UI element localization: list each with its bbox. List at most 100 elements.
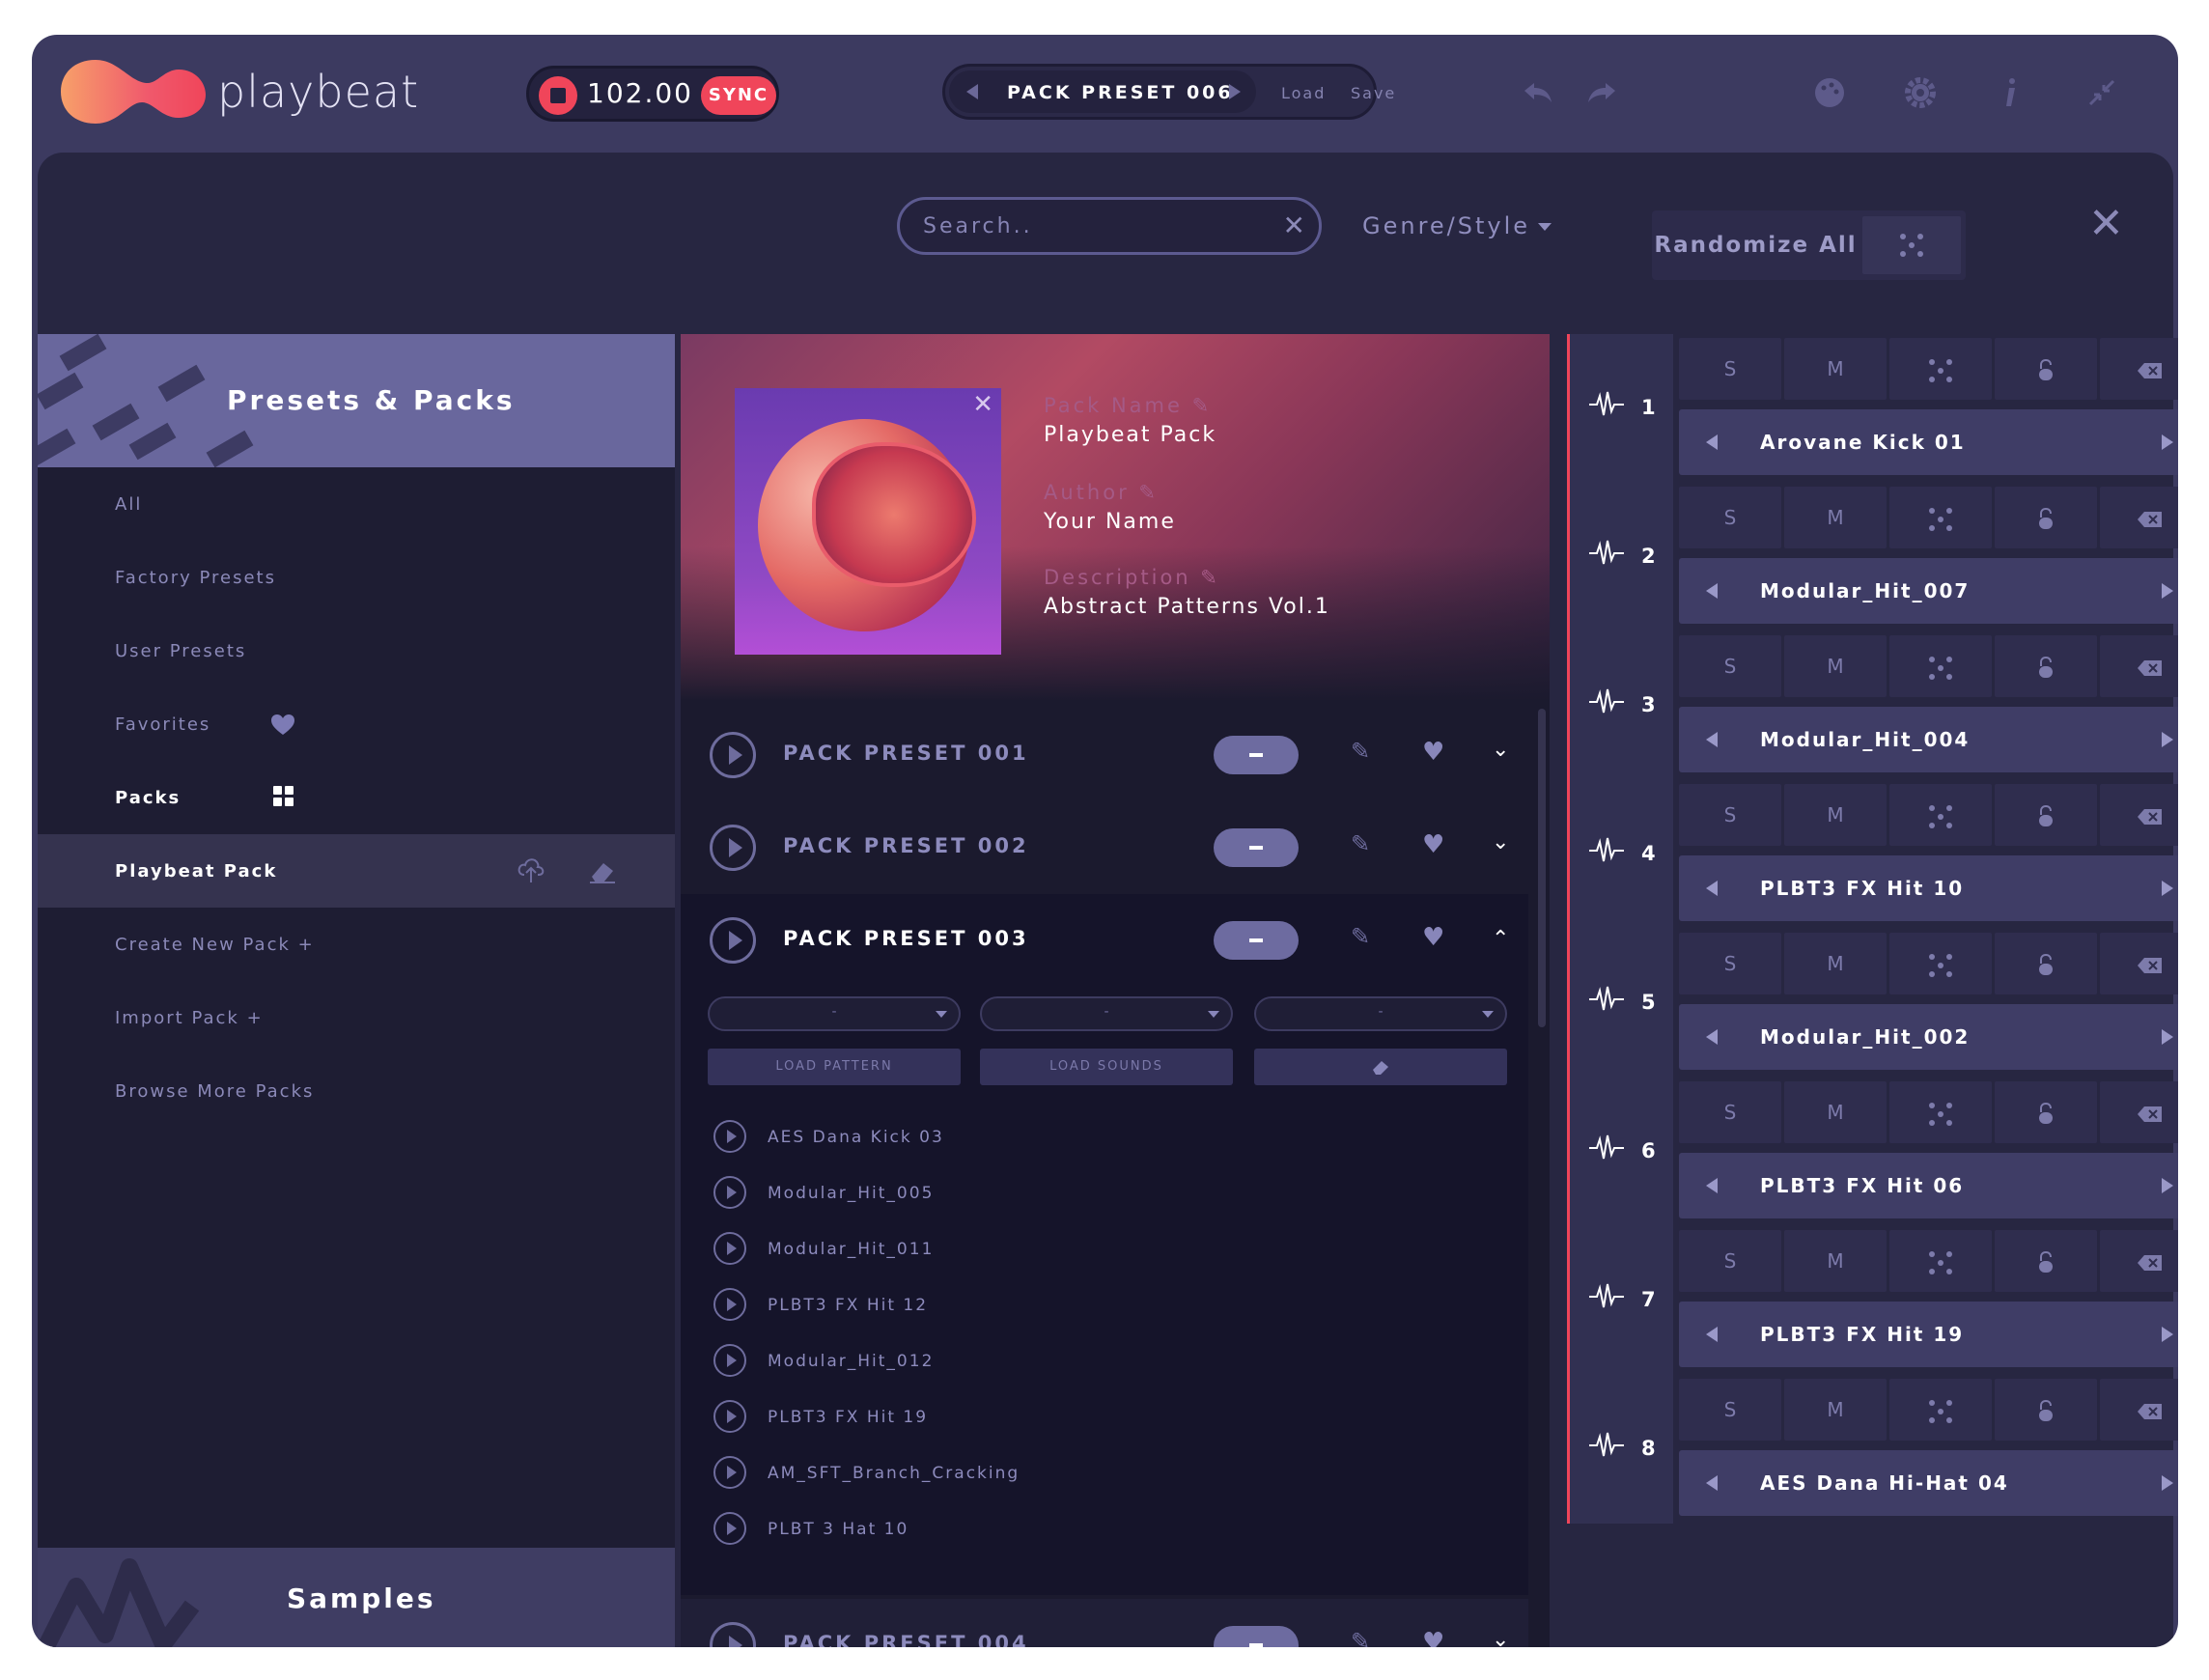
randomize-track-button[interactable] xyxy=(1889,1081,1992,1143)
bpm-display[interactable]: 102.00 xyxy=(587,77,693,109)
next-sound-icon[interactable] xyxy=(2162,1327,2173,1342)
play-icon[interactable] xyxy=(710,732,756,778)
sound-selector[interactable]: PLBT3 FX Hit 10 xyxy=(1679,855,2178,921)
save-button[interactable]: Save xyxy=(1351,84,1396,102)
sound-selector[interactable]: PLBT3 FX Hit 19 xyxy=(1679,1302,2178,1367)
edit-pencil-icon[interactable]: ✎ xyxy=(1192,394,1213,417)
sample-item[interactable]: Modular_Hit_012 xyxy=(681,1340,1356,1379)
mute-button[interactable]: M xyxy=(1784,338,1887,400)
minus-button[interactable] xyxy=(1214,921,1299,960)
heart-icon[interactable]: ♥ xyxy=(1422,830,1444,859)
prev-sound-icon[interactable] xyxy=(1706,732,1718,747)
genre-style-dropdown[interactable]: Genre/Style xyxy=(1362,212,1552,239)
clear-track-button[interactable] xyxy=(2100,1230,2178,1292)
lock-button[interactable] xyxy=(1995,784,2097,846)
prev-sound-icon[interactable] xyxy=(1706,881,1718,896)
clear-button[interactable] xyxy=(1254,1049,1507,1085)
prev-sound-icon[interactable] xyxy=(1706,1029,1718,1045)
clear-track-button[interactable] xyxy=(2100,1379,2178,1441)
randomize-track-button[interactable] xyxy=(1889,1379,1992,1441)
sound-selector[interactable]: Modular_Hit_004 xyxy=(1679,707,2178,772)
mute-button[interactable]: M xyxy=(1784,487,1887,548)
edit-pencil-icon[interactable]: ✎ xyxy=(1138,481,1159,504)
mute-button[interactable]: M xyxy=(1784,1230,1887,1292)
clear-search-icon[interactable]: ✕ xyxy=(1283,210,1305,241)
upload-icon[interactable] xyxy=(517,855,545,884)
solo-button[interactable]: S xyxy=(1679,1230,1781,1292)
lock-button[interactable] xyxy=(1995,1081,2097,1143)
clear-track-button[interactable] xyxy=(2100,784,2178,846)
solo-button[interactable]: S xyxy=(1679,1081,1781,1143)
randomize-all-button[interactable]: Randomize All xyxy=(1652,210,1859,280)
randomize-track-button[interactable] xyxy=(1889,635,1992,697)
sync-button[interactable]: SYNC xyxy=(701,76,776,115)
sample-item[interactable]: PLBT 3 Hat 10 xyxy=(681,1508,1356,1547)
solo-button[interactable]: S xyxy=(1679,784,1781,846)
solo-button[interactable]: S xyxy=(1679,635,1781,697)
close-browser-icon[interactable]: ✕ xyxy=(2088,199,2124,248)
play-icon[interactable] xyxy=(713,1344,746,1377)
sound-selector[interactable]: Modular_Hit_007 xyxy=(1679,558,2178,624)
sidebar-item-packs[interactable]: Packs xyxy=(115,788,181,808)
minus-button[interactable] xyxy=(1214,828,1299,867)
sidebar-item-create-new-pack[interactable]: Create New Pack + xyxy=(115,935,315,955)
solo-button[interactable]: S xyxy=(1679,487,1781,548)
author-field[interactable]: Author ✎ Your Name xyxy=(1044,481,1176,534)
next-sound-icon[interactable] xyxy=(2162,1029,2173,1045)
description-field[interactable]: Description ✎ Abstract Patterns Vol.1 xyxy=(1044,566,1330,619)
lock-button[interactable] xyxy=(1995,635,2097,697)
lock-button[interactable] xyxy=(1995,338,2097,400)
chevron-up-icon[interactable]: ⌃ xyxy=(1492,927,1509,951)
randomize-track-button[interactable] xyxy=(1889,487,1992,548)
track-header[interactable]: 5 xyxy=(1567,929,1673,1078)
search-input[interactable] xyxy=(923,211,1271,240)
play-icon[interactable] xyxy=(713,1176,746,1209)
next-sound-icon[interactable] xyxy=(2162,1178,2173,1193)
gear-icon[interactable] xyxy=(1901,73,1940,112)
next-sound-icon[interactable] xyxy=(2162,434,2173,450)
sound-selector[interactable]: AES Dana Hi-Hat 04 xyxy=(1679,1450,2178,1516)
minus-button[interactable] xyxy=(1214,1626,1299,1647)
chevron-down-icon[interactable]: ⌄ xyxy=(1492,1628,1509,1647)
sidebar-item-all[interactable]: All xyxy=(115,494,142,515)
next-sound-icon[interactable] xyxy=(2162,732,2173,747)
edit-pencil-icon[interactable]: ✎ xyxy=(1351,1628,1370,1647)
track-header[interactable]: 1 xyxy=(1567,334,1673,483)
sample-item[interactable]: PLBT3 FX Hit 19 xyxy=(681,1396,1356,1435)
sidebar-item-favorites[interactable]: Favorites xyxy=(115,714,210,735)
chevron-down-icon[interactable]: ⌄ xyxy=(1492,830,1509,854)
collapse-icon[interactable] xyxy=(2083,73,2121,112)
heart-icon[interactable]: ♥ xyxy=(1422,923,1444,952)
lock-button[interactable] xyxy=(1995,1379,2097,1441)
lock-button[interactable] xyxy=(1995,1230,2097,1292)
eraser-icon[interactable] xyxy=(588,857,617,884)
preset-row[interactable]: PACK PRESET 002 ✎ ♥ ⌄ xyxy=(681,801,1528,894)
sample-item[interactable]: Modular_Hit_005 xyxy=(681,1172,1356,1211)
preset-row[interactable]: PACK PRESET 004 ✎ ♥ ⌄ xyxy=(681,1599,1528,1647)
preset-row[interactable]: PACK PRESET 001 ✎ ♥ ⌄ xyxy=(681,709,1528,801)
clear-track-button[interactable] xyxy=(2100,338,2178,400)
track-header[interactable]: 3 xyxy=(1567,631,1673,780)
clear-track-button[interactable] xyxy=(2100,933,2178,994)
prev-sound-icon[interactable] xyxy=(1706,583,1718,599)
slot-dropdown[interactable]: - xyxy=(708,996,961,1031)
next-preset-icon[interactable] xyxy=(1229,84,1241,99)
heart-icon[interactable]: ♥ xyxy=(1422,738,1444,767)
prev-sound-icon[interactable] xyxy=(1706,1178,1718,1193)
sound-selector[interactable]: Modular_Hit_002 xyxy=(1679,1004,2178,1070)
randomize-track-button[interactable] xyxy=(1889,1230,1992,1292)
current-preset-name[interactable]: PACK PRESET 006 xyxy=(1007,82,1234,103)
preset-row-expanded[interactable]: PACK PRESET 003 ✎ ♥ ⌃ - - - LOAD PATTERN… xyxy=(681,894,1528,1595)
sound-selector[interactable]: PLBT3 FX Hit 06 xyxy=(1679,1153,2178,1218)
prev-preset-icon[interactable] xyxy=(966,84,978,99)
solo-button[interactable]: S xyxy=(1679,338,1781,400)
lock-button[interactable] xyxy=(1995,933,2097,994)
play-icon[interactable] xyxy=(713,1512,746,1545)
mute-button[interactable]: M xyxy=(1784,933,1887,994)
track-header[interactable]: 4 xyxy=(1567,780,1673,929)
prev-sound-icon[interactable] xyxy=(1706,434,1718,450)
sidebar-item-import-pack[interactable]: Import Pack + xyxy=(115,1008,264,1028)
edit-pencil-icon[interactable]: ✎ xyxy=(1351,738,1370,765)
clear-track-button[interactable] xyxy=(2100,487,2178,548)
load-button[interactable]: Load xyxy=(1281,84,1326,102)
